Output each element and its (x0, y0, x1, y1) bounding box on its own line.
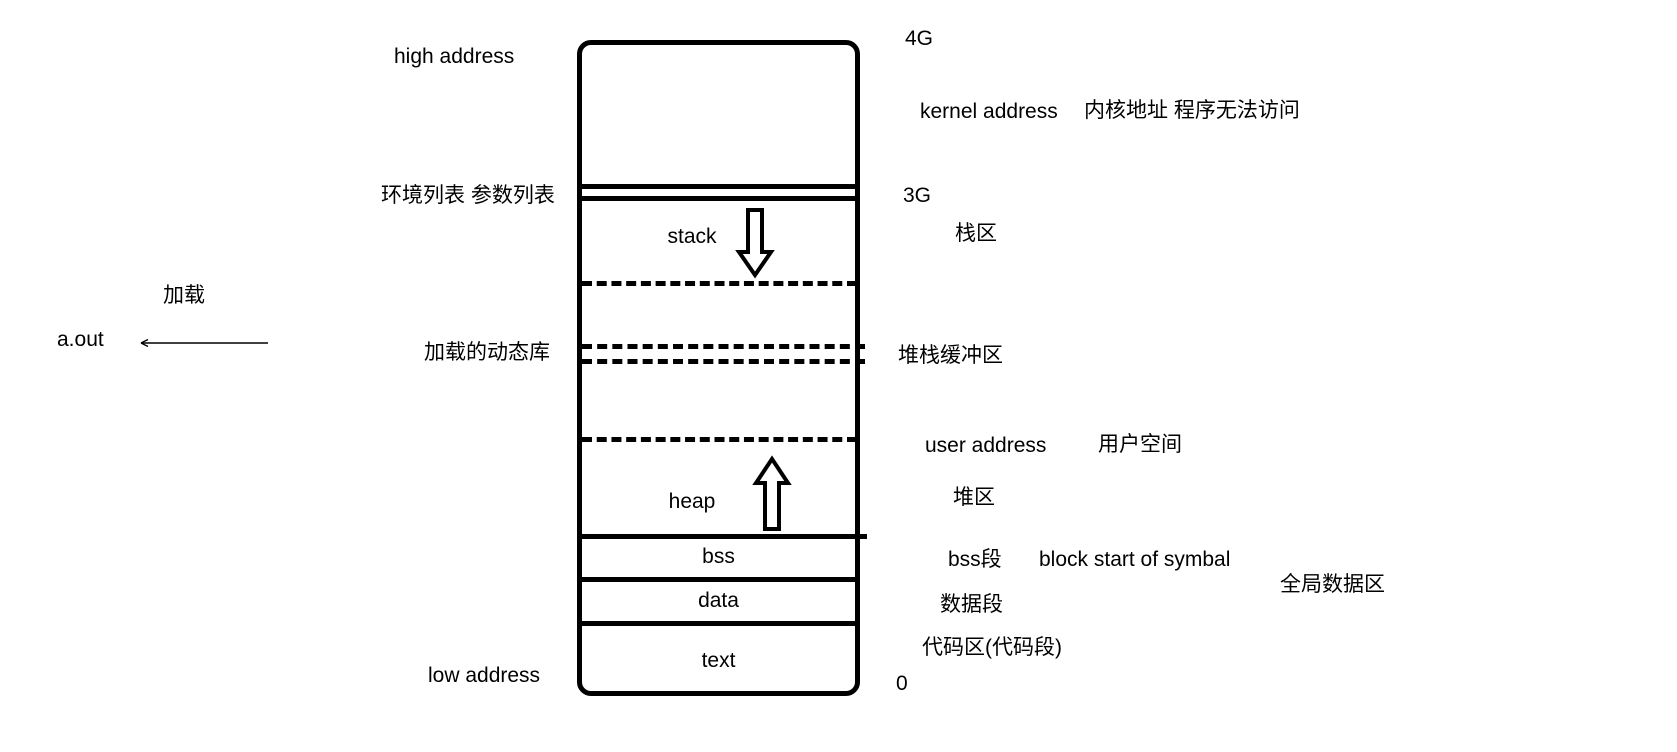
label-user-address-en: user address (925, 434, 1047, 457)
heap-grow-up-arrow-icon (752, 455, 792, 531)
label-address-4g: 4G (905, 27, 934, 50)
divider-heap-top-dashed (582, 437, 857, 442)
label-stack-buffer-cn: 堆栈缓冲区 (898, 344, 1003, 367)
label-data-segment-cn: 数据段 (940, 593, 1003, 616)
divider-stack-bottom-dashed (582, 281, 857, 286)
label-high-address: high address (394, 45, 515, 68)
load-arrow-icon (140, 338, 268, 348)
segment-label-data: data (698, 589, 739, 612)
label-loaded-dynamic-lib: 加载的动态库 (424, 341, 550, 364)
stack-grow-down-arrow-icon (735, 208, 775, 279)
label-stack-zone-cn: 栈区 (955, 222, 997, 245)
divider-bss-top (577, 534, 867, 539)
divider-env-arg-top (577, 184, 860, 189)
label-user-address-cn: 用户空间 (1098, 433, 1182, 456)
label-global-data-zone-cn: 全局数据区 (1280, 573, 1385, 596)
label-address-0: 0 (896, 672, 908, 695)
label-bss-segment-en: block start of symbal (1039, 548, 1231, 571)
segment-label-text: text (701, 649, 736, 672)
label-kernel-address-cn: 内核地址 程序无法访问 (1084, 99, 1300, 122)
label-bss-segment-cn: bss段 (948, 548, 1002, 571)
diagram-canvas: high address 环境列表 参数列表 加载的动态库 low addres… (0, 0, 1677, 752)
label-text-segment-cn: 代码区(代码段) (922, 636, 1062, 659)
divider-env-arg-bottom (577, 196, 860, 201)
label-kernel-address-en: kernel address (920, 100, 1058, 123)
divider-dynlib-top-dashed (582, 344, 865, 349)
divider-dynlib-bottom-dashed (582, 359, 865, 364)
segment-label-bss: bss (702, 545, 735, 568)
label-env-arg-list: 环境列表 参数列表 (381, 184, 555, 207)
divider-data-bottom (577, 621, 860, 626)
divider-bss-bottom (577, 577, 860, 582)
label-low-address: low address (428, 664, 541, 687)
label-a-out: a.out (57, 328, 104, 351)
label-heap-zone-cn: 堆区 (953, 486, 995, 509)
label-address-3g: 3G (903, 184, 932, 207)
label-load-action: 加载 (163, 284, 205, 307)
